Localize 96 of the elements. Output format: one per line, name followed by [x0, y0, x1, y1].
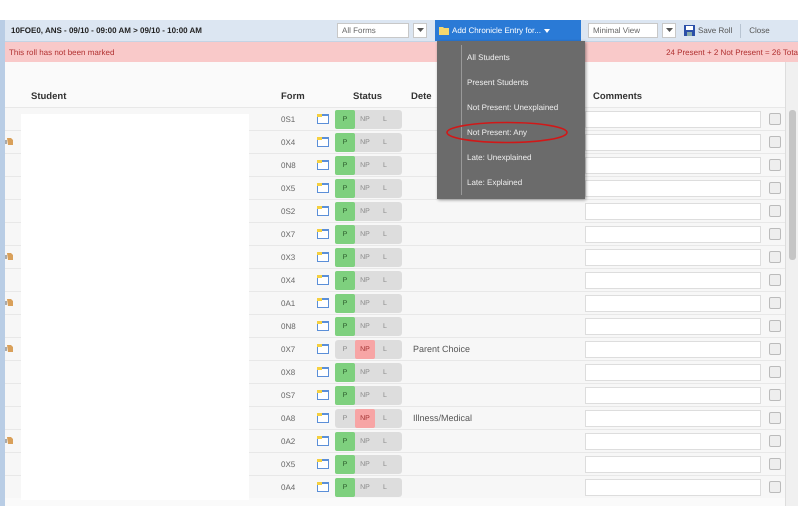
note-icon[interactable]: [317, 160, 329, 170]
comment-field[interactable]: [585, 110, 761, 128]
row-checkbox[interactable]: [769, 366, 781, 378]
row-checkbox[interactable]: [769, 274, 781, 286]
row-checkbox[interactable]: [769, 458, 781, 470]
note-icon[interactable]: [317, 137, 329, 147]
comment-field[interactable]: [585, 318, 761, 334]
note-icon[interactable]: [317, 206, 329, 216]
note-icon[interactable]: [317, 459, 329, 469]
row-checkbox[interactable]: [769, 205, 781, 217]
note-icon[interactable]: [317, 229, 329, 239]
note-icon[interactable]: [317, 252, 329, 262]
view-select[interactable]: Minimal View: [588, 23, 658, 38]
comment-field[interactable]: [585, 134, 761, 150]
note-icon[interactable]: [317, 344, 329, 354]
note-icon[interactable]: [317, 413, 329, 423]
comment-field[interactable]: [585, 432, 761, 450]
note-icon[interactable]: [317, 183, 329, 193]
row-checkbox[interactable]: [769, 113, 781, 125]
row-checkbox[interactable]: [769, 389, 781, 401]
caret-icon: [544, 28, 550, 32]
form-cell-text: 0X5: [280, 460, 296, 468]
dropdown-toggle[interactable]: [662, 23, 676, 38]
form-cell-text: 0S7: [280, 390, 296, 400]
menu-item[interactable]: Not Present: Unexplained: [437, 95, 585, 120]
comment-field[interactable]: [585, 202, 761, 220]
form-cell-text: 0X8: [280, 368, 296, 376]
save-roll-button[interactable]: Save Roll: [684, 25, 732, 36]
note-icon[interactable]: [317, 321, 329, 331]
folder-icon: [439, 26, 449, 35]
row-checkbox[interactable]: [769, 228, 781, 240]
row-checkbox[interactable]: [769, 481, 781, 493]
row-checkbox[interactable]: [769, 412, 781, 424]
form-cell-text: 0S1: [280, 114, 296, 124]
form-filter-select[interactable]: All Forms: [337, 23, 409, 38]
comment-field[interactable]: [585, 248, 761, 266]
comment-field[interactable]: [585, 478, 761, 496]
form-cell-text: 0A8: [280, 414, 296, 422]
menu-item[interactable]: Late: Unexplained: [437, 145, 585, 170]
form-cell-text: 0X7: [280, 344, 296, 354]
form-cell-text: 0X3: [280, 252, 296, 262]
dropdown-toggle[interactable]: [413, 23, 427, 38]
form-cell-text: 0N8: [280, 322, 297, 330]
column-header: Form: [280, 90, 306, 102]
form-cell-text: 0N8: [280, 160, 297, 170]
detail-cell: Illness/Medical: [413, 413, 472, 423]
comment-field[interactable]: [585, 410, 761, 426]
row-checkbox[interactable]: [769, 297, 781, 309]
row-checkbox[interactable]: [769, 159, 781, 171]
comment-field[interactable]: [585, 272, 761, 288]
comment-field[interactable]: [585, 156, 761, 174]
attendance-totals: 24 Present + 2 Not Present = 26 Tota: [666, 48, 798, 56]
column-header: Student: [30, 90, 68, 102]
form-cell-text: 0A2: [280, 436, 296, 446]
note-icon[interactable]: [317, 367, 329, 377]
note-icon[interactable]: [317, 482, 329, 492]
comment-field[interactable]: [585, 456, 761, 472]
note-icon[interactable]: [317, 390, 329, 400]
form-cell-text: 0X4: [280, 138, 296, 146]
column-header: Status: [352, 90, 384, 102]
form-cell-text: 0A1: [280, 298, 296, 308]
detail-cell: Parent Choice: [413, 344, 470, 354]
row-checkbox[interactable]: [769, 136, 781, 148]
note-icon[interactable]: [317, 436, 329, 446]
column-header: Comments: [592, 90, 644, 102]
form-cell-text: 0X7: [280, 230, 296, 238]
form-cell-text: 0S2: [280, 206, 296, 216]
note-icon[interactable]: [317, 298, 329, 308]
note-icon[interactable]: [317, 114, 329, 124]
chevron-down-icon: [416, 28, 424, 33]
comment-field[interactable]: [585, 386, 761, 404]
row-checkbox[interactable]: [769, 251, 781, 263]
close-button[interactable]: Close: [749, 26, 770, 35]
scrollbar[interactable]: [785, 62, 798, 506]
menu-item[interactable]: Present Students: [437, 70, 585, 95]
menu-item[interactable]: Late: Explained: [437, 170, 585, 195]
row-checkbox[interactable]: [769, 435, 781, 447]
chevron-down-icon: [666, 28, 672, 33]
comment-field[interactable]: [585, 180, 761, 196]
form-cell-text: 0A4: [280, 482, 296, 492]
form-cell-text: 0X5: [280, 184, 296, 192]
roll-status-message: This roll has not been marked: [9, 48, 114, 56]
row-checkbox[interactable]: [769, 343, 781, 355]
roll-title: 10FOE0, ANS - 09/10 - 09:00 AM > 09/10 - 10:00 AM: [11, 26, 203, 35]
comment-field[interactable]: [585, 364, 761, 380]
column-header: Dete: [410, 90, 433, 102]
menu-item[interactable]: Not Present: Any: [437, 120, 585, 145]
comment-field[interactable]: [585, 226, 761, 242]
note-icon[interactable]: [317, 275, 329, 285]
comment-field[interactable]: [585, 294, 761, 312]
menu-item[interactable]: All Students: [437, 45, 585, 70]
comment-field[interactable]: [585, 340, 761, 358]
add-chronicle-button[interactable]: Add Chronicle Entry for...: [435, 20, 581, 41]
row-checkbox[interactable]: [769, 320, 781, 332]
form-cell-text: 0X4: [280, 276, 296, 284]
row-checkbox[interactable]: [769, 182, 781, 194]
